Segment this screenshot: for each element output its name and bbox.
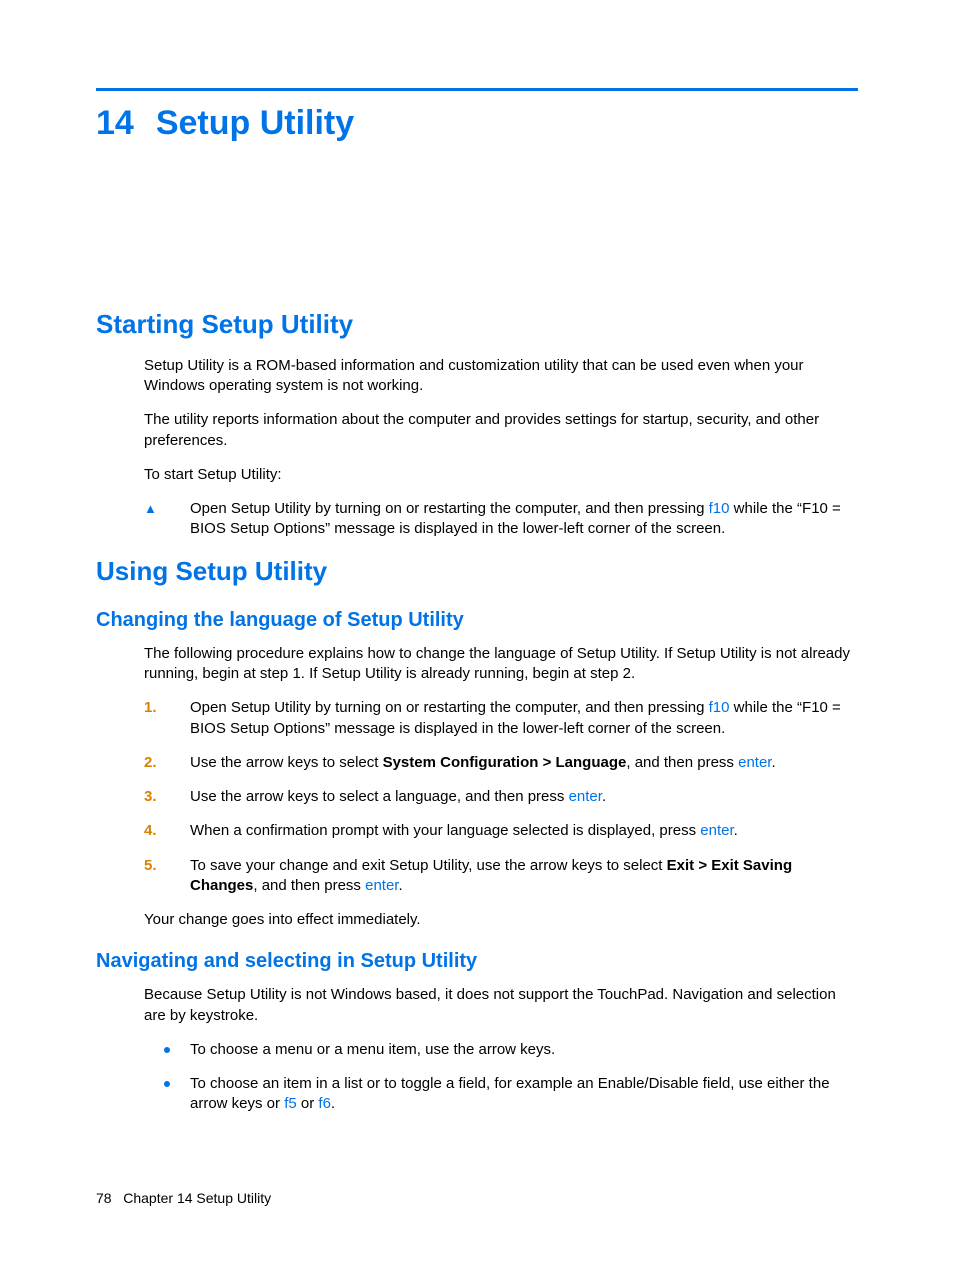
bullet-text: To choose an item in a list or to toggle… xyxy=(190,1074,858,1115)
subsection-language-body: The following procedure explains how to … xyxy=(144,644,858,931)
chapter-heading: 14 Setup Utility xyxy=(96,101,858,147)
ordered-step: 3. Use the arrow keys to select a langua… xyxy=(144,787,858,807)
bullet-item: To choose an item in a list or to toggle… xyxy=(144,1074,858,1115)
subsection-language-heading: Changing the language of Setup Utility xyxy=(96,607,858,634)
step-number: 1. xyxy=(144,699,157,716)
step-text: Open Setup Utility by turning on or rest… xyxy=(190,698,858,739)
step-number: 3. xyxy=(144,788,157,805)
step-text: Use the arrow keys to select a language,… xyxy=(190,787,858,807)
ordered-step: 2. Use the arrow keys to select System C… xyxy=(144,753,858,773)
menu-path: System Configuration > Language xyxy=(383,754,627,771)
chapter-title: Setup Utility xyxy=(156,104,354,142)
step-text: Open Setup Utility by turning on or rest… xyxy=(190,499,858,540)
step-text: When a confirmation prompt with your lan… xyxy=(190,821,858,841)
page-footer: 78 Chapter 14 Setup Utility xyxy=(96,1189,271,1208)
bullet-icon xyxy=(144,1040,190,1053)
action-step: ▲ Open Setup Utility by turning on or re… xyxy=(144,499,858,540)
page-number: 78 xyxy=(96,1190,112,1206)
subsection-nav-heading: Navigating and selecting in Setup Utilit… xyxy=(96,948,858,975)
step-number: 5. xyxy=(144,857,157,874)
key-f6: f6 xyxy=(318,1095,331,1112)
paragraph: Because Setup Utility is not Windows bas… xyxy=(144,985,858,1026)
key-enter: enter xyxy=(569,788,602,805)
section-starting-heading: Starting Setup Utility xyxy=(96,307,858,342)
step-number: 2. xyxy=(144,754,157,771)
key-enter: enter xyxy=(738,754,771,771)
triangle-up-icon: ▲ xyxy=(144,499,190,519)
ordered-step: 4. When a confirmation prompt with your … xyxy=(144,821,858,841)
paragraph: To start Setup Utility: xyxy=(144,465,858,485)
key-enter: enter xyxy=(365,877,398,894)
step-text: To save your change and exit Setup Utili… xyxy=(190,856,858,897)
chapter-number: 14 xyxy=(96,104,134,142)
ordered-step: 5. To save your change and exit Setup Ut… xyxy=(144,856,858,897)
bullet-item: To choose a menu or a menu item, use the… xyxy=(144,1040,858,1060)
top-rule xyxy=(96,88,858,91)
footer-label: Chapter 14 Setup Utility xyxy=(123,1190,271,1206)
ordered-step: 1. Open Setup Utility by turning on or r… xyxy=(144,698,858,739)
paragraph: Setup Utility is a ROM-based information… xyxy=(144,356,858,397)
key-f5: f5 xyxy=(284,1095,297,1112)
key-enter: enter xyxy=(700,822,733,839)
paragraph: The following procedure explains how to … xyxy=(144,644,858,685)
key-f10: f10 xyxy=(709,500,730,517)
key-f10: f10 xyxy=(709,699,730,716)
section-starting-body: Setup Utility is a ROM-based information… xyxy=(144,356,858,540)
step-text: Use the arrow keys to select System Conf… xyxy=(190,753,858,773)
bullet-icon xyxy=(144,1074,190,1087)
subsection-nav-body: Because Setup Utility is not Windows bas… xyxy=(144,985,858,1114)
paragraph: Your change goes into effect immediately… xyxy=(144,910,858,930)
section-using-heading: Using Setup Utility xyxy=(96,554,858,589)
paragraph: The utility reports information about th… xyxy=(144,410,858,451)
step-number: 4. xyxy=(144,822,157,839)
bullet-text: To choose a menu or a menu item, use the… xyxy=(190,1040,858,1060)
